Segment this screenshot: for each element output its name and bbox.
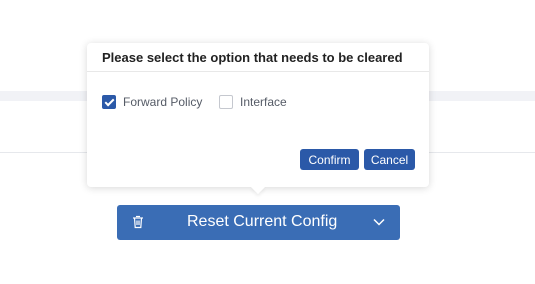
forward-policy-option[interactable]: Forward Policy: [102, 94, 202, 110]
chevron-down-icon[interactable]: [372, 215, 386, 229]
trash-icon: [132, 215, 144, 229]
reset-current-config-button[interactable]: Reset Current Config: [117, 205, 400, 240]
forward-policy-checkbox[interactable]: [102, 95, 116, 109]
popover-divider: [87, 71, 429, 72]
interface-option[interactable]: Interface: [219, 94, 287, 110]
interface-checkbox[interactable]: [219, 95, 233, 109]
reset-button-label: Reset Current Config: [187, 213, 338, 230]
forward-policy-label: Forward Policy: [123, 95, 203, 109]
confirm-button[interactable]: Confirm: [300, 149, 359, 170]
popover-title: Please select the option that needs to b…: [102, 50, 403, 65]
cancel-button[interactable]: Cancel: [364, 149, 415, 170]
check-icon: [104, 96, 114, 106]
clear-options-popover: Please select the option that needs to b…: [87, 43, 429, 187]
interface-label: Interface: [240, 95, 287, 109]
